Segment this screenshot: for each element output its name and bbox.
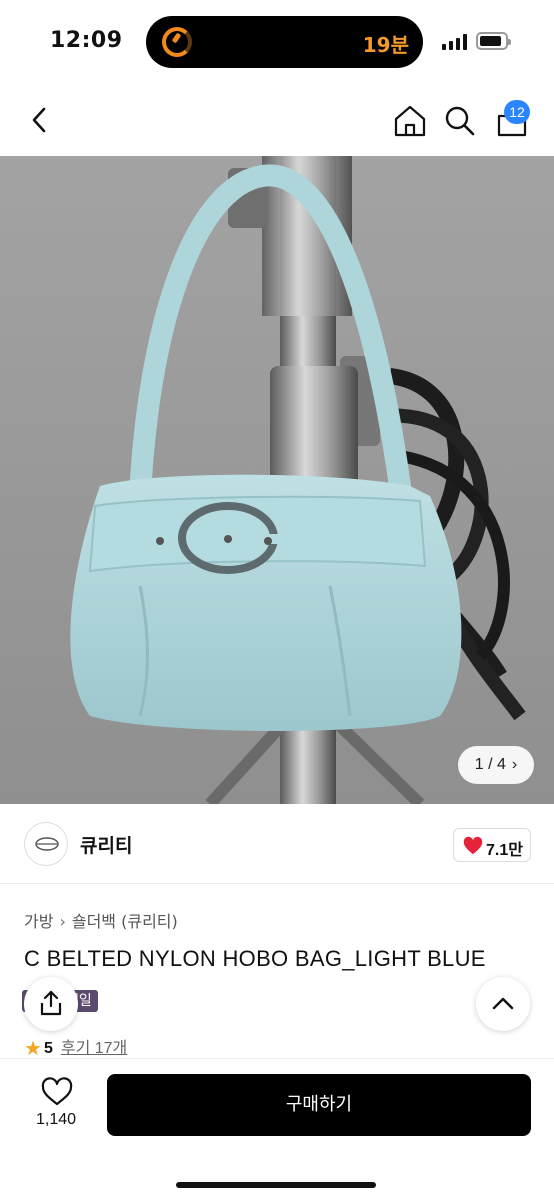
rating-score: 5 xyxy=(43,1040,53,1057)
chevron-right-icon: › xyxy=(511,756,518,773)
home-icon[interactable] xyxy=(392,104,428,138)
chevron-up-icon xyxy=(492,997,514,1010)
rating-row: ★ 5 후기 17개 xyxy=(24,1034,127,1061)
signal-icon xyxy=(442,34,468,50)
heart-icon xyxy=(463,836,483,855)
star-icon: ★ xyxy=(24,1038,42,1060)
wish-count: 1,140 xyxy=(35,1111,77,1128)
brand-name[interactable]: 큐리티 xyxy=(80,831,132,858)
product-photo xyxy=(0,156,554,804)
status-time: 12:09 xyxy=(50,28,123,53)
cart-count-badge: 12 xyxy=(504,100,530,124)
timer-ring-icon xyxy=(162,27,192,57)
home-indicator xyxy=(176,1182,376,1188)
brand-like-count: 7.1만 xyxy=(486,842,523,859)
image-counter[interactable]: 1 / 4 › xyxy=(458,746,534,784)
breadcrumb-item[interactable]: 숄더백 (큐리티) xyxy=(72,912,178,931)
share-button[interactable] xyxy=(24,977,78,1031)
brand-logo[interactable] xyxy=(24,822,68,866)
product-title: C BELTED NYLON HOBO BAG_LIGHT BLUE xyxy=(24,946,486,971)
brand-logo-icon xyxy=(35,837,59,851)
dynamic-island: 19분 xyxy=(146,16,423,68)
brand-row[interactable]: 큐리티 7.1만 xyxy=(0,804,554,884)
top-nav xyxy=(0,84,554,156)
reviews-link[interactable]: 후기 17개 xyxy=(61,1040,127,1057)
search-icon[interactable] xyxy=(442,104,478,138)
share-icon xyxy=(40,990,62,1016)
breadcrumb-item[interactable]: 가방 xyxy=(24,912,53,931)
image-counter-text: 1 / 4 xyxy=(474,756,506,773)
scroll-top-button[interactable] xyxy=(476,977,530,1031)
bottom-bar: 1,140 구매하기 xyxy=(0,1058,554,1200)
status-bar: 12:09 19분 xyxy=(0,0,554,84)
heart-outline-icon[interactable] xyxy=(40,1077,74,1107)
breadcrumb: 가방 › 숄더백 (큐리티) xyxy=(24,908,178,932)
island-timer-text: 19분 xyxy=(362,33,409,57)
chevron-right-icon: › xyxy=(59,912,66,931)
buy-button[interactable]: 구매하기 xyxy=(107,1074,531,1136)
back-icon[interactable] xyxy=(24,102,56,138)
product-image[interactable] xyxy=(0,156,554,804)
battery-icon xyxy=(476,32,511,50)
brand-like-button[interactable]: 7.1만 xyxy=(453,828,531,862)
